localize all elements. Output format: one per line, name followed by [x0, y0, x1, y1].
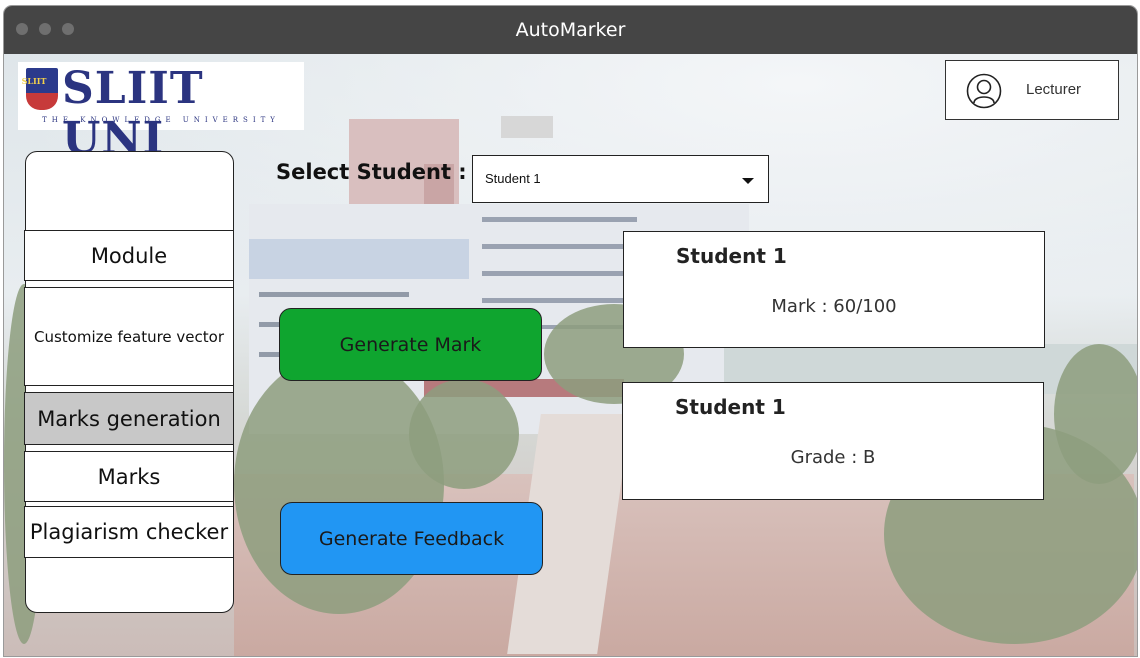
generate-mark-button[interactable]: Generate Mark	[279, 308, 542, 381]
sidebar-item-marks-generation[interactable]: Marks generation	[24, 392, 234, 445]
select-student-label: Select Student :	[276, 160, 467, 184]
window-title: AutoMarker	[515, 19, 626, 41]
logo-name: SLIIT UNI	[62, 63, 204, 164]
mark-result-card: Student 1 Mark : 60/100	[623, 231, 1045, 348]
result-student-name: Student 1	[675, 395, 786, 419]
student-select[interactable]: Student 1	[472, 155, 769, 203]
grade-result-card: Student 1 Grade : B	[622, 382, 1044, 500]
sidebar-item-label: Customize feature vector	[33, 327, 224, 346]
student-select-value: Student 1	[485, 171, 541, 186]
app-window: AutoMarker SLIIT SLIIT UNI THE KNOWLEDGE…	[4, 6, 1137, 656]
campus-background-image: SLIIT SLIIT UNI THE KNOWLEDGE UNIVERSITY…	[4, 54, 1137, 656]
sidebar-item-marks[interactable]: Marks	[24, 451, 234, 502]
grade-value: Grade : B	[790, 447, 876, 468]
user-profile[interactable]: Lecturer	[945, 60, 1119, 120]
generate-feedback-button[interactable]: Generate Feedback	[280, 502, 543, 575]
user-icon	[966, 73, 1002, 109]
title-bar: AutoMarker	[4, 6, 1137, 54]
sidebar-item-plagiarism-checker[interactable]: Plagiarism checker	[24, 506, 234, 558]
logo-tagline: THE KNOWLEDGE UNIVERSITY	[42, 116, 280, 124]
sidebar-item-module[interactable]: Module	[24, 230, 234, 281]
sidebar-item-label: Module	[90, 243, 168, 268]
chevron-down-icon	[742, 178, 754, 184]
sliit-logo: SLIIT SLIIT UNI THE KNOWLEDGE UNIVERSITY	[18, 62, 304, 164]
crest-icon	[26, 68, 58, 110]
sidebar-item-customize-feature-vector[interactable]: Customize feature vector	[24, 287, 234, 386]
user-role: Lecturer	[1026, 81, 1082, 98]
sidebar-item-label: Plagiarism checker	[29, 520, 229, 544]
sidebar: Module Customize feature vector Marks ge…	[24, 151, 234, 613]
result-student-name: Student 1	[676, 244, 787, 268]
mark-value: Mark : 60/100	[771, 296, 897, 317]
sidebar-item-label: Marks generation	[37, 406, 221, 431]
sidebar-item-label: Marks	[97, 464, 161, 489]
